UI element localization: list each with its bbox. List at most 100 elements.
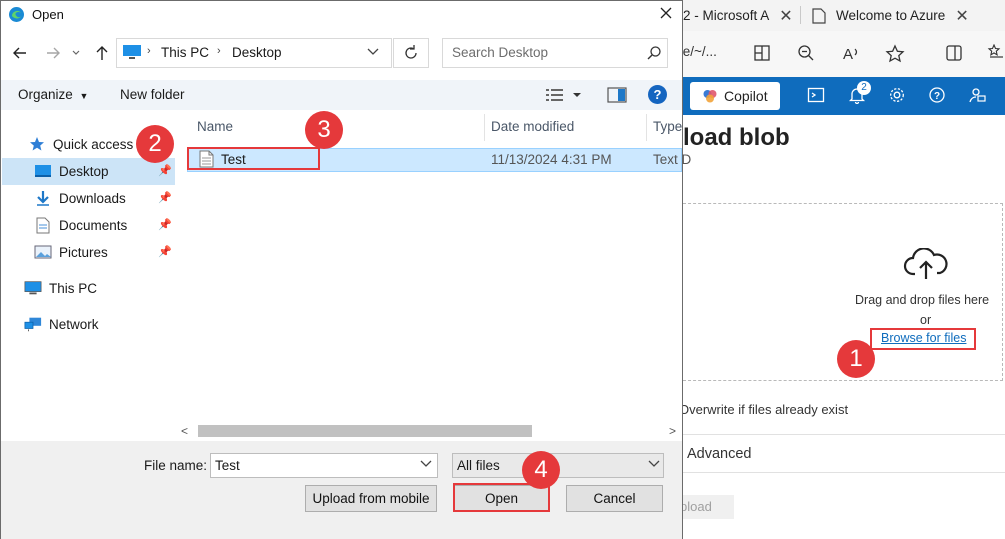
edge-logo-icon: [8, 6, 25, 23]
breadcrumb-this-pc[interactable]: This PC: [161, 45, 209, 60]
advanced-section-toggle[interactable]: Advanced: [687, 446, 752, 462]
forward-arrow-icon[interactable]: [44, 44, 62, 62]
nav-item-network[interactable]: Network: [24, 311, 99, 337]
tab-separator: [800, 6, 801, 24]
pictures-icon: [34, 243, 52, 261]
browser-tab-2[interactable]: Welcome to Azure ✕: [812, 0, 969, 31]
column-separator[interactable]: [646, 114, 647, 141]
new-folder-button[interactable]: New folder: [120, 87, 185, 102]
back-arrow-icon[interactable]: [11, 44, 29, 62]
pin-icon[interactable]: 📌: [158, 218, 172, 231]
nav-item-desktop[interactable]: Desktop: [34, 158, 109, 184]
recent-dropdown-icon[interactable]: [70, 44, 88, 62]
chevron-down-icon: ▼: [79, 91, 89, 101]
scrollbar-thumb[interactable]: [198, 425, 532, 437]
nav-item-quick-access[interactable]: Quick access: [28, 131, 133, 157]
tab-label: Welcome to Azure: [836, 8, 946, 23]
help-button[interactable]: ?: [648, 85, 667, 104]
search-placeholder: Search Desktop: [452, 45, 549, 60]
breadcrumb-chevron-icon: ›: [217, 45, 221, 57]
feedback-icon[interactable]: [968, 86, 988, 106]
file-date-cell: 11/13/2024 4:31 PM: [491, 152, 612, 167]
notification-count-badge: 2: [857, 81, 871, 95]
svg-text:?: ?: [934, 91, 940, 102]
nav-item-this-pc[interactable]: This PC: [24, 275, 97, 301]
copilot-label: Copilot: [724, 88, 768, 104]
split-view-icon[interactable]: [945, 44, 965, 64]
nav-label: This PC: [49, 280, 98, 296]
page-title: load blob: [683, 124, 790, 151]
cloud-shell-icon[interactable]: [807, 86, 827, 106]
cloud-upload-icon: [903, 248, 949, 282]
close-dialog-button[interactable]: [653, 3, 679, 25]
this-pc-icon: [122, 44, 142, 60]
column-header-date[interactable]: Date modified: [491, 119, 574, 134]
favorite-star-icon[interactable]: [885, 44, 905, 64]
search-icon: [646, 45, 662, 61]
organize-label: Organize: [18, 87, 73, 102]
file-name-input[interactable]: Test: [210, 453, 438, 478]
file-name-dropdown-icon[interactable]: [419, 458, 433, 470]
upload-from-mobile-button[interactable]: Upload from mobile: [305, 485, 437, 512]
up-arrow-icon[interactable]: [93, 44, 111, 62]
zoom-out-icon[interactable]: [797, 44, 817, 64]
nav-label: Quick access: [53, 136, 134, 152]
address-dropdown-icon[interactable]: [366, 46, 380, 58]
nav-label: Network: [49, 316, 99, 332]
url-text: /e/~/...: [679, 44, 717, 59]
close-tab-icon[interactable]: ✕: [955, 6, 968, 26]
nav-item-documents[interactable]: Documents: [34, 212, 127, 238]
divider: [683, 434, 1005, 435]
settings-gear-icon[interactable]: [888, 86, 908, 106]
file-type-cell: Text D: [653, 152, 692, 167]
breadcrumb-chevron-icon: ›: [147, 45, 151, 57]
help-icon[interactable]: ?: [928, 86, 948, 106]
copilot-icon: [702, 88, 718, 104]
preview-pane-icon[interactable]: [607, 87, 627, 103]
cancel-button[interactable]: Cancel: [566, 485, 663, 512]
file-type-dropdown-icon[interactable]: [647, 458, 661, 470]
nav-label: Desktop: [59, 163, 109, 179]
copilot-button[interactable]: Copilot: [690, 82, 780, 110]
column-separator[interactable]: [484, 114, 485, 141]
close-tab-icon[interactable]: ✕: [779, 6, 792, 26]
refresh-button[interactable]: [393, 38, 429, 68]
favorites-bar-icon[interactable]: [987, 44, 1005, 64]
step-badge-1: 1: [837, 340, 875, 378]
view-options-icon[interactable]: [545, 87, 583, 103]
page-icon: [812, 7, 826, 24]
network-icon: [24, 315, 42, 333]
nav-label: Documents: [59, 217, 128, 233]
download-arrow-icon: [34, 189, 52, 207]
divider: [683, 472, 1005, 473]
star-icon: [28, 135, 46, 153]
scroll-right-arrow-icon[interactable]: >: [669, 424, 676, 438]
file-name-label: File name:: [144, 458, 208, 473]
step-badge-4: 4: [522, 451, 560, 489]
column-header-name[interactable]: Name: [197, 119, 233, 134]
nav-item-pictures[interactable]: Pictures: [34, 239, 108, 265]
nav-item-downloads[interactable]: Downloads: [34, 185, 126, 211]
dialog-title: Open: [32, 7, 64, 22]
pin-icon[interactable]: 📌: [158, 245, 172, 258]
step-badge-2: 2: [136, 125, 174, 163]
step-badge-3: 3: [305, 111, 343, 149]
dialog-title-bar[interactable]: [1, 1, 682, 28]
pin-icon[interactable]: 📌: [158, 191, 172, 204]
browser-tab-1[interactable]: 2 - Microsoft A ✕: [683, 0, 793, 31]
read-aloud-icon[interactable]: A: [842, 44, 862, 64]
nav-label: Pictures: [59, 244, 108, 260]
pin-icon[interactable]: 📌: [158, 164, 172, 177]
overwrite-checkbox-label[interactable]: Overwrite if files already exist: [679, 402, 848, 417]
organize-menu-button[interactable]: Organize ▼: [18, 87, 88, 102]
highlight-box: [187, 147, 320, 170]
breadcrumb-desktop[interactable]: Desktop: [232, 45, 282, 60]
svg-text:A: A: [843, 46, 853, 62]
column-header-type[interactable]: Type: [653, 119, 682, 134]
or-text: or: [920, 313, 932, 327]
split-screen-icon[interactable]: [753, 44, 773, 64]
desktop-icon: [34, 162, 52, 180]
document-icon: [34, 216, 52, 234]
open-file-dialog: Open › This PC › Desktop Search Desktop …: [0, 0, 691, 539]
scroll-left-arrow-icon[interactable]: <: [181, 424, 188, 438]
